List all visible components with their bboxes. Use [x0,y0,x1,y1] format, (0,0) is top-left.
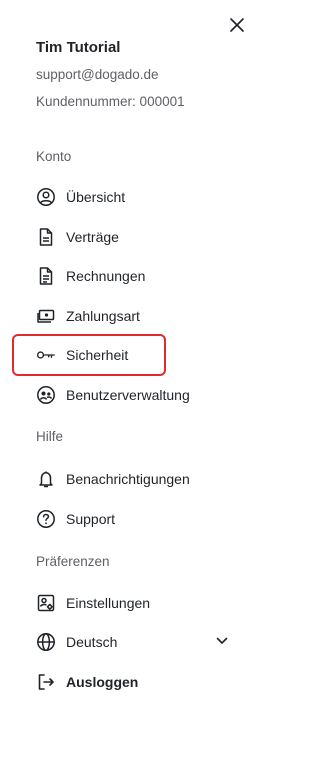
nav-item-security[interactable]: Sicherheit [36,343,128,367]
account-menu-panel: Tim Tutorial support@dogado.de Kundennum… [0,0,269,758]
section-label-preferences: Präferenzen [36,554,110,569]
nav-item-invoices[interactable]: Rechnungen [36,264,145,288]
bell-icon [36,469,56,489]
nav-item-user-management[interactable]: Benutzerverwaltung [36,383,190,407]
document-icon [36,227,56,247]
globe-icon [36,632,56,652]
document-lines-icon [36,266,56,286]
nav-item-overview[interactable]: Übersicht [36,185,125,209]
nav-item-label: Übersicht [66,189,126,205]
close-icon [230,18,244,32]
nav-item-label: Benutzerverwaltung [66,387,190,403]
chevron-down-icon [216,637,228,644]
nav-item-label: Support [66,511,116,527]
nav-item-label: Deutsch [66,634,118,650]
nav-item-label: Rechnungen [66,268,146,284]
nav-item-support[interactable]: Support [36,507,115,531]
user-name: Tim Tutorial [36,39,121,56]
question-circle-icon [36,509,56,529]
language-dropdown-toggle[interactable] [214,633,230,649]
nav-item-payment[interactable]: Zahlungsart [36,304,140,328]
nav-item-language[interactable]: Deutsch [36,630,117,654]
nav-item-label: Einstellungen [66,595,151,611]
section-label-help: Hilfe [36,429,64,444]
nav-item-notifications[interactable]: Benachrichtigungen [36,467,190,491]
user-settings-icon [36,593,56,613]
nav-item-label: Benachrichtigungen [66,471,190,487]
nav-item-contracts[interactable]: Verträge [36,225,119,249]
customer-number: Kundennummer: 000001 [36,94,185,109]
user-email: support@dogado.de [36,67,159,82]
nav-item-settings[interactable]: Einstellungen [36,591,150,615]
nav-item-label: Ausloggen [66,674,139,690]
banknote-icon [36,306,56,326]
users-circle-icon [36,385,56,405]
nav-item-label: Sicherheit [66,347,129,363]
section-label-account: Konto [36,149,72,164]
logout-icon [36,672,56,692]
nav-item-label: Zahlungsart [66,308,140,324]
user-circle-icon [36,187,56,207]
close-button[interactable] [227,15,247,35]
nav-item-logout[interactable]: Ausloggen [36,670,138,694]
nav-item-label: Verträge [66,229,119,245]
key-icon [36,345,56,365]
